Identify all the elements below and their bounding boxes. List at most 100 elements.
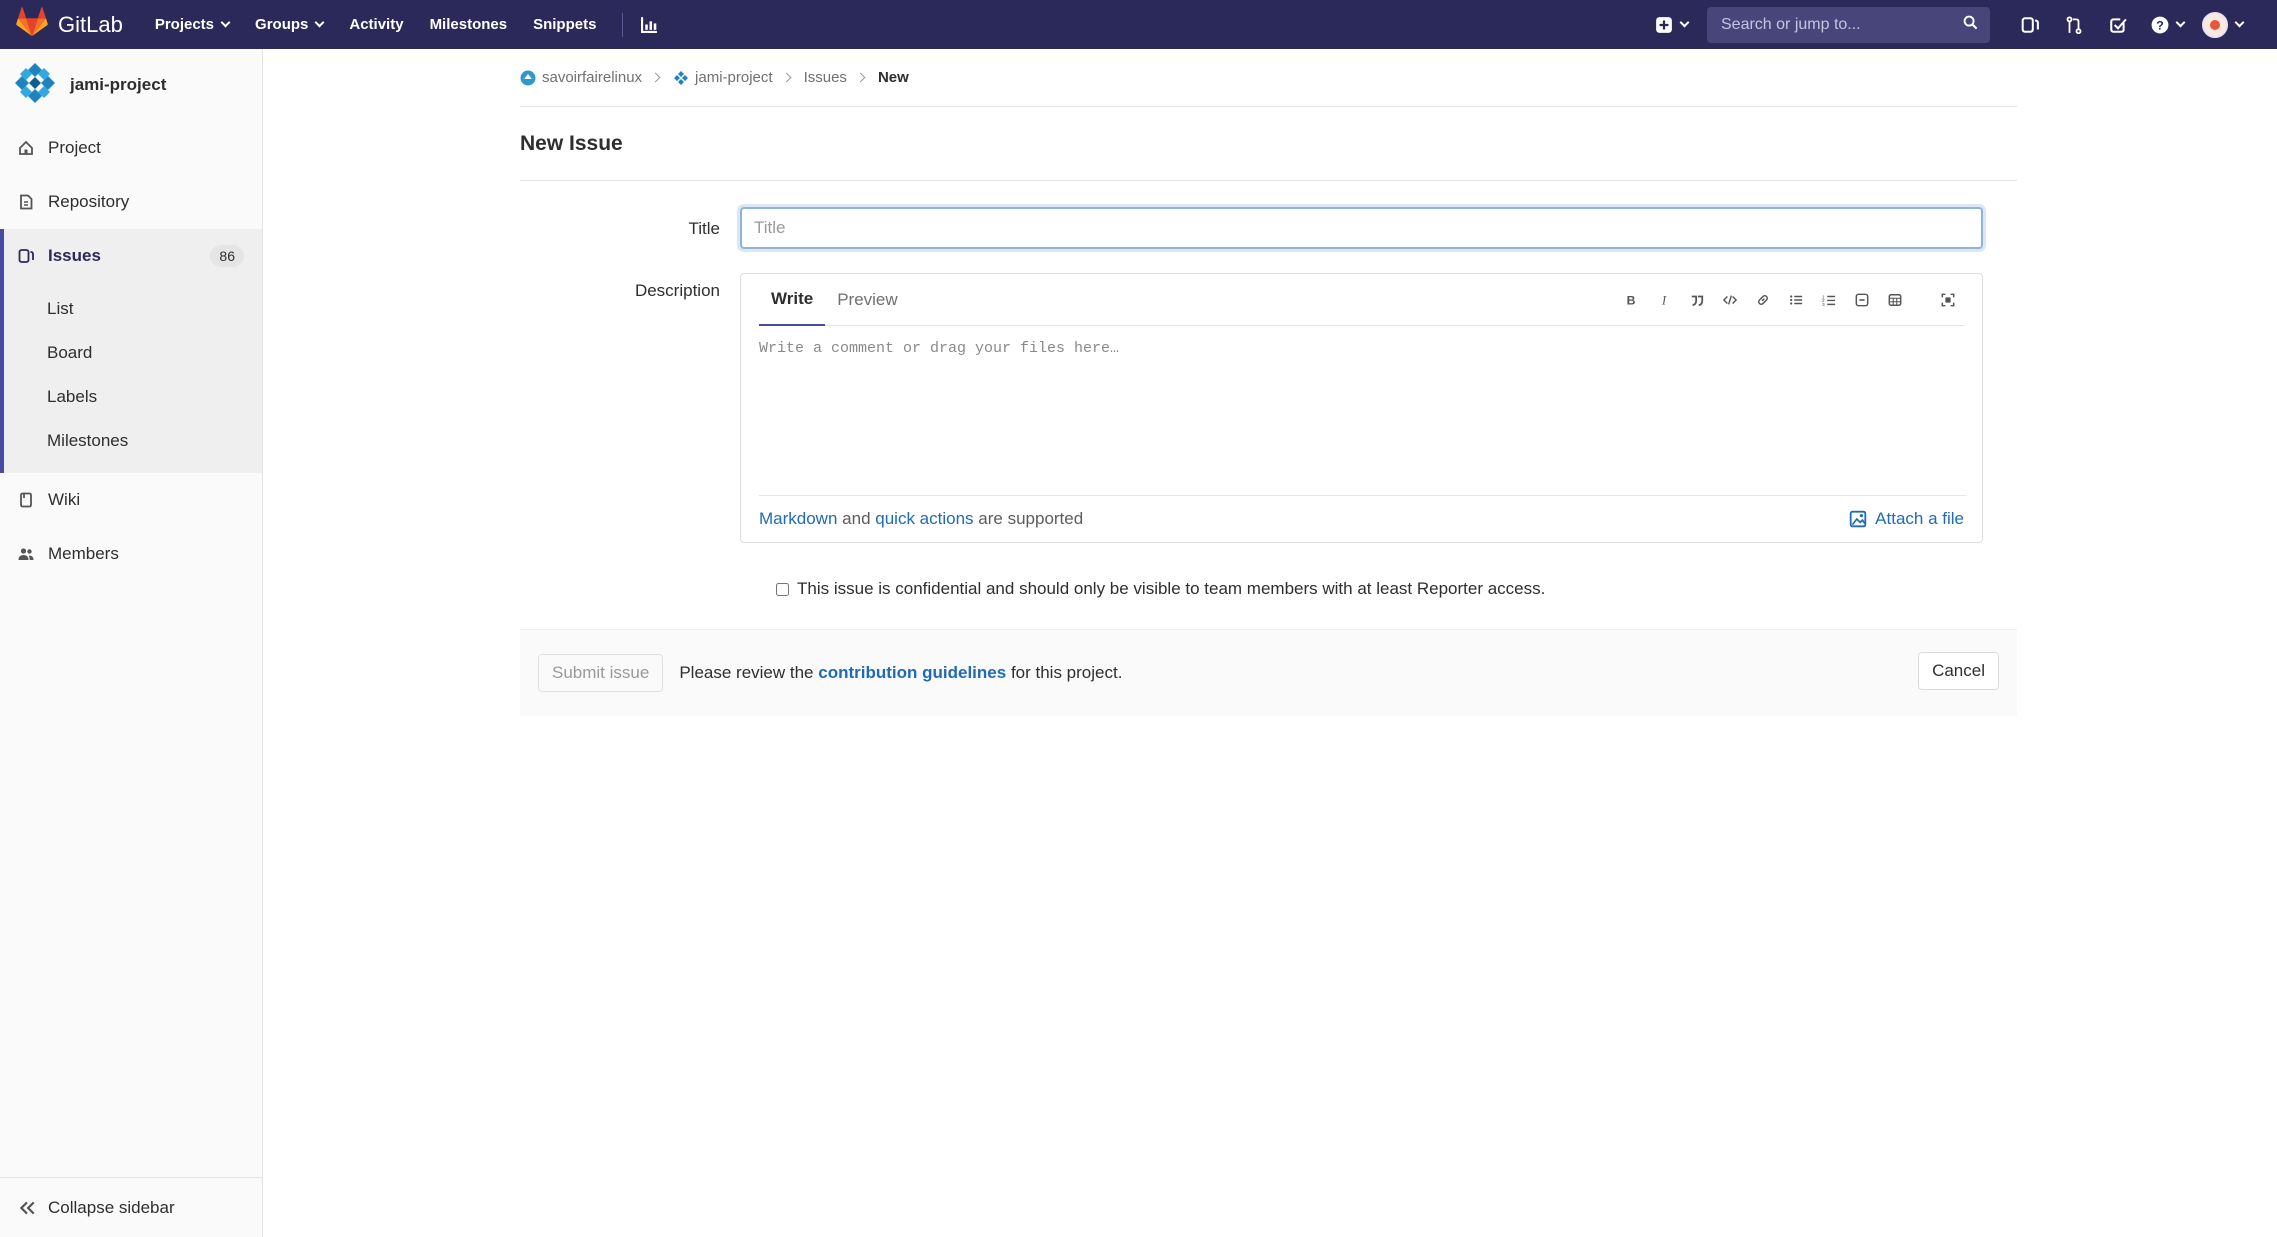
breadcrumb-project[interactable]: jami-project — [673, 69, 773, 86]
breadcrumb: savoirfairelinux jami-project Issues New — [520, 49, 2017, 107]
chevron-down-icon — [2234, 17, 2245, 28]
avatar — [2202, 11, 2228, 38]
todo-icon[interactable] — [2096, 0, 2140, 49]
search-box — [1707, 6, 1990, 43]
breadcrumb-project-label: jami-project — [695, 69, 773, 86]
contribution-notice: Please review the contribution guideline… — [679, 663, 1123, 682]
sidebar-subitem-board[interactable]: Board — [4, 331, 262, 375]
sidebar-subitem-labels[interactable]: Labels — [4, 375, 262, 419]
collapse-sidebar-button[interactable]: Collapse sidebar — [0, 1177, 263, 1237]
analytics-chart-icon[interactable] — [641, 16, 658, 33]
issues-icon — [18, 249, 34, 263]
sidebar-subitem-list[interactable]: List — [4, 287, 262, 331]
svg-text:I: I — [1660, 293, 1666, 307]
issues-subnav: List Board Labels Milestones — [0, 283, 262, 473]
group-avatar-icon — [520, 70, 536, 85]
supported-text: are supported — [978, 509, 1084, 528]
new-dropdown-button[interactable] — [1641, 0, 1701, 49]
chevron-down-icon — [1679, 17, 1689, 28]
bold-icon[interactable]: B — [1614, 285, 1647, 315]
home-icon — [19, 140, 33, 155]
book-icon — [20, 492, 32, 508]
gitlab-home-link[interactable]: GitLab — [16, 7, 123, 42]
svg-text:B: B — [1626, 293, 1635, 307]
search-icon[interactable] — [1963, 15, 1978, 35]
numbered-list-icon[interactable]: 123 — [1812, 285, 1845, 315]
issues-icon[interactable] — [2008, 0, 2052, 49]
sidebar-project-header[interactable]: jami-project — [0, 49, 262, 121]
tab-preview[interactable]: Preview — [825, 274, 909, 326]
sidebar-subitem-milestones[interactable]: Milestones — [4, 419, 262, 463]
project-sidebar: jami-project Project Repository Issues 8… — [0, 49, 263, 1237]
description-textarea[interactable] — [759, 326, 1966, 496]
chevron-down-icon — [220, 17, 231, 28]
contribution-guidelines-link[interactable]: contribution guidelines — [818, 663, 1006, 682]
collapse-sidebar-label: Collapse sidebar — [48, 1197, 175, 1217]
title-label: Title — [688, 219, 721, 238]
top-navbar: GitLab Projects Groups Activity Mileston… — [0, 0, 2277, 49]
chevron-down-icon — [2175, 17, 2185, 28]
image-file-icon — [1849, 510, 1867, 528]
navbar-right: ? — [1641, 0, 2277, 49]
markdown-toolbar: B I 123 — [1614, 285, 1964, 315]
sidebar-item-label: Members — [48, 544, 119, 563]
tab-write[interactable]: Write — [759, 274, 826, 326]
gitlab-logo-icon — [16, 7, 48, 42]
merge-request-icon[interactable] — [2052, 0, 2096, 49]
confidential-checkbox[interactable] — [776, 582, 789, 596]
italic-icon[interactable]: I — [1647, 285, 1680, 315]
repository-icon — [20, 194, 33, 210]
sidebar-item-label: Wiki — [48, 490, 81, 509]
sidebar-item-label: Project — [48, 138, 101, 157]
issues-count-badge: 86 — [210, 245, 244, 267]
attach-file-label: Attach a file — [1875, 509, 1964, 528]
sidebar-item-wiki[interactable]: Wiki — [0, 473, 262, 527]
sidebar-item-label: Repository — [48, 192, 130, 211]
nav-projects-label: Projects — [154, 16, 215, 33]
nav-groups-dropdown[interactable]: Groups — [255, 16, 325, 33]
table-icon[interactable] — [1878, 285, 1911, 315]
project-avatar-icon — [674, 70, 689, 85]
chevron-right-icon — [650, 72, 661, 83]
user-menu[interactable] — [2202, 11, 2245, 38]
task-list-icon[interactable] — [1845, 285, 1878, 315]
code-icon[interactable] — [1713, 285, 1746, 315]
bullet-list-icon[interactable] — [1779, 285, 1812, 315]
search-input[interactable] — [1719, 14, 1939, 35]
sidebar-item-repository[interactable]: Repository — [0, 175, 262, 229]
svg-text:?: ? — [2156, 18, 2164, 32]
markdown-help-link[interactable]: Markdown — [759, 509, 837, 529]
breadcrumb-current[interactable]: New — [878, 69, 909, 86]
quick-actions-link[interactable]: quick actions — [875, 509, 973, 529]
cancel-button[interactable]: Cancel — [1918, 652, 1999, 690]
sidebar-item-issues[interactable]: Issues 86 — [0, 229, 262, 283]
quote-icon[interactable] — [1680, 285, 1713, 315]
nav-milestones-link[interactable]: Milestones — [430, 16, 508, 33]
gitlab-brand-name: GitLab — [58, 11, 123, 37]
nav-activity-link[interactable]: Activity — [349, 16, 403, 33]
chevron-down-icon — [314, 17, 325, 28]
link-icon[interactable] — [1746, 285, 1779, 315]
and-text: and — [842, 509, 871, 528]
double-chevron-left-icon — [19, 1201, 35, 1214]
nav-snippets-link[interactable]: Snippets — [533, 16, 596, 33]
markdown-editor: Write Preview B I 123 Markdown — [740, 273, 1983, 543]
nav-projects-dropdown[interactable]: Projects — [154, 16, 231, 33]
svg-text:3: 3 — [1822, 302, 1825, 307]
page-title: New Issue — [520, 107, 2017, 181]
sidebar-item-label: Issues — [48, 246, 101, 265]
help-dropdown[interactable]: ? — [2140, 0, 2194, 49]
breadcrumb-issues[interactable]: Issues — [804, 69, 847, 86]
description-row: Description Write Preview B I 123 Write … — [520, 273, 2017, 543]
sidebar-item-project[interactable]: Project — [0, 121, 262, 175]
fullscreen-icon[interactable] — [1931, 285, 1964, 315]
breadcrumb-group[interactable]: savoirfairelinux — [520, 69, 642, 86]
sidebar-item-members[interactable]: Members — [0, 527, 262, 581]
nav-groups-label: Groups — [255, 16, 309, 33]
attach-file-button[interactable]: Attach a file — [1849, 509, 1964, 529]
main-nav: Projects Groups Activity Milestones Snip… — [154, 12, 685, 37]
markdown-header: Write Preview B I 123 — [759, 274, 1964, 326]
title-input[interactable] — [740, 207, 1983, 249]
submit-issue-button[interactable]: Submit issue — [538, 654, 664, 692]
title-row: Title — [520, 207, 2017, 249]
